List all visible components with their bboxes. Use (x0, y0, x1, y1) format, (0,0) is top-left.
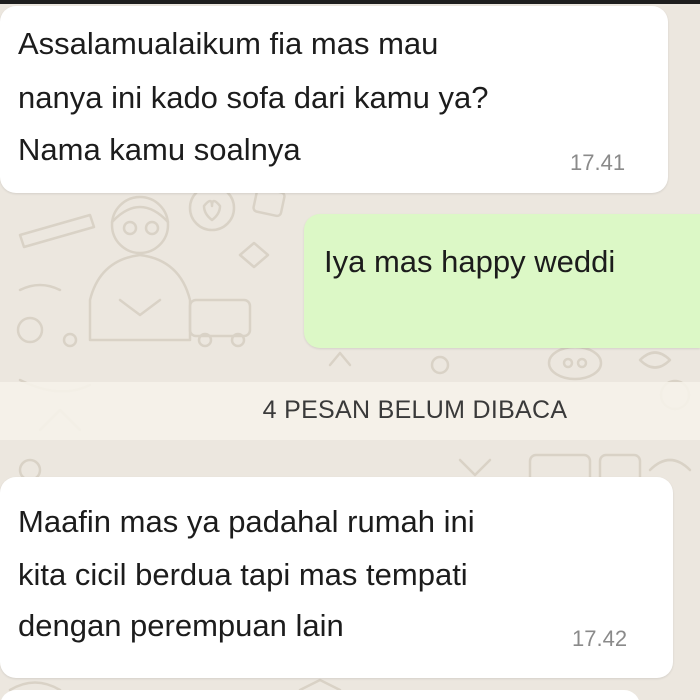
message-text-line: kita cicil berdua tapi mas tempati (18, 557, 468, 592)
message-text-line: Maafin mas ya padahal rumah ini (18, 504, 475, 539)
message-text-line: nanya ini kado sofa dari kamu ya? (18, 80, 489, 115)
message-text-line: Nama kamu soalnya (18, 132, 301, 167)
person-doodle-icon (88, 195, 192, 342)
rocket-doodle-icon (547, 345, 603, 381)
incoming-message-bubble-partial (0, 690, 640, 700)
pencil-doodle-icon (18, 213, 96, 249)
message-text-line: Assalamualaikum fia mas mau (18, 26, 439, 61)
truck-doodle-icon (188, 298, 252, 348)
unread-messages-label: 4 PESAN BELUM DIBACA (262, 396, 568, 424)
window-top-edge (0, 0, 700, 4)
message-timestamp: 17.42 (572, 626, 628, 651)
diamond-doodle-icon (238, 241, 270, 269)
message-timestamp: 17.41 (570, 150, 626, 175)
message-text-line: Iya mas happy weddi (324, 244, 616, 279)
message-text-line: dengan perempuan lain (18, 608, 344, 643)
